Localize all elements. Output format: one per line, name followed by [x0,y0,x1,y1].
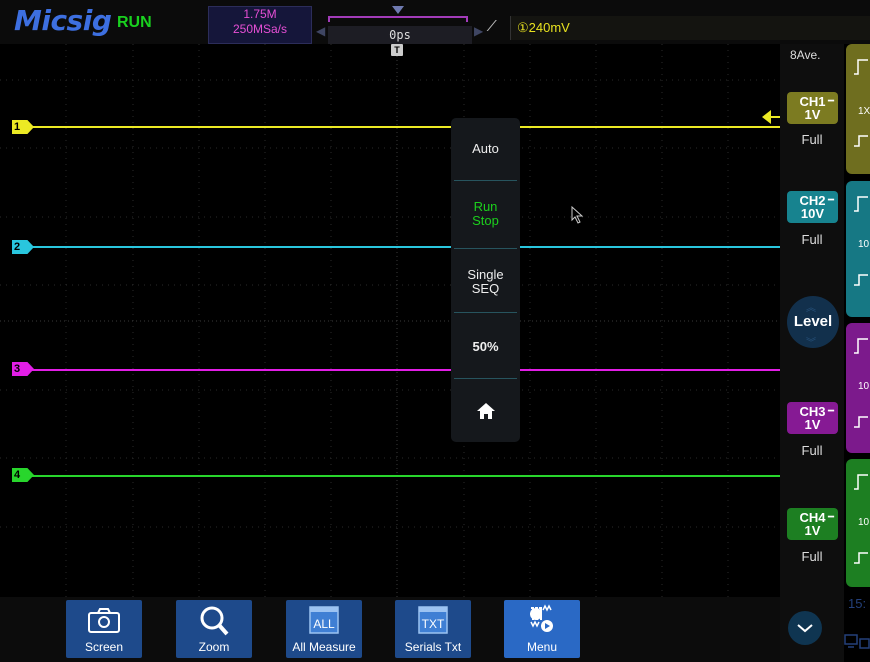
all-measure-button[interactable]: ALL All Measure [286,600,362,658]
chevron-left-icon[interactable]: ◀ [316,24,326,44]
divider [454,312,517,313]
ch1-probe-ratio: 1X [858,106,870,117]
sample-rate: 250MSa/s [232,22,288,36]
run-status-indicator[interactable]: RUN [117,14,152,32]
ch1-bandwidth[interactable]: Full [780,132,844,147]
ch1-trace [28,126,780,128]
txt-document-icon: TXT [418,606,448,634]
dc-coupling-icon: ━ [827,96,834,107]
ch3-probe-ratio: 10 [858,381,870,392]
ch2-probe-panel[interactable]: 10 [846,181,870,317]
chevron-right-icon[interactable]: ▶ [474,24,484,44]
system-clock: 15: [848,596,867,611]
ch2-probe-ratio: 10 [858,239,870,250]
pulse-icon [854,338,868,354]
dc-coupling-icon: ━ [827,512,834,523]
horizontal-position-control[interactable]: ◀ 0ps ▶ [314,6,486,44]
magnifier-icon [200,606,229,636]
dc-coupling-icon: ━ [827,195,834,206]
acquisition-mode[interactable]: 8Ave. [790,48,820,62]
chevron-up-icon: ︽ [806,303,816,314]
level-knob[interactable]: ︽ Level ︾ [787,296,839,349]
ch3-probe-panel[interactable]: 10 [846,323,870,453]
run-control-menu: Auto Run Stop Single SEQ 50% [451,118,520,442]
ch4-bandwidth[interactable]: Full [780,549,844,564]
ch2-scale-button[interactable]: ━ CH2 10V [787,191,838,223]
pulse-icon [854,59,868,75]
ch3-bandwidth[interactable]: Full [780,443,844,458]
ch3-trace [28,369,780,371]
divider [454,378,517,379]
single-seq-button[interactable]: Single SEQ [451,268,520,296]
dc-coupling-icon: ━ [827,406,834,417]
camera-icon [88,608,120,633]
chevron-down-icon [797,624,813,633]
trigger-info[interactable]: ①240mV [510,16,870,40]
zoom-label: Zoom [198,640,230,654]
run-label: Run [473,199,498,214]
screenshot-label: Screen [84,640,124,654]
divider [454,180,517,181]
memory-window-bar [328,16,468,22]
home-button[interactable] [451,401,520,425]
channel-probe-strip: 1X 10 10 10 [844,44,870,662]
ch2-bandwidth[interactable]: Full [780,232,844,247]
trigger-level-arrow-tail [770,116,780,118]
ch4-probe-ratio: 10 [858,517,870,528]
ch4-probe-panel[interactable]: 10 [846,459,870,587]
edge-icon [854,416,868,428]
serials-txt-label: Serials Txt [404,640,462,654]
ch2-scale: 10V [800,206,825,221]
ch1-scale-button[interactable]: ━ CH1 1V [787,92,838,124]
mouse-pointer-icon [571,206,584,224]
trigger-level: ①240mV [517,20,570,35]
ch3-scale-button[interactable]: ━ CH3 1V [787,402,838,434]
brand-logo: Micsig [14,4,112,37]
all-measure-label: All Measure [292,640,356,654]
stop-label: Stop [472,213,499,228]
menu-waveform-icon [530,604,553,632]
txt-icon-text: TXT [422,617,445,631]
network-icon [844,634,870,649]
all-measure-icon: ALL [309,606,339,634]
chevron-down-icon: ︾ [806,338,816,349]
ch1-scale: 1V [804,107,821,122]
run-stop-button[interactable]: Run Stop [451,200,520,228]
serials-txt-button[interactable]: TXT Serials Txt [395,600,471,658]
screenshot-button[interactable]: Screen [66,600,142,658]
edge-icon [854,552,868,564]
ch2-trace [28,246,780,248]
ch4-scale: 1V [804,523,821,538]
home-icon [476,403,495,419]
edge-icon [854,135,868,147]
collapse-button[interactable] [788,611,822,645]
auto-button[interactable]: Auto [451,142,520,156]
seq-label: SEQ [471,281,500,296]
top-status-bar: Micsig RUN 1.75M 250MSa/s ◀ 0ps ▶ ∕ ①240… [0,0,870,44]
trigger-position-marker[interactable]: T [391,44,403,56]
pulse-icon [854,196,868,212]
menu-label: Menu [526,640,558,654]
horizontal-offset[interactable]: 0ps [328,26,472,44]
channel-panel: 8Ave. ━ CH1 1V Full ━ CH2 10V Full ︽ Lev… [780,44,844,662]
menu-button[interactable]: Menu [504,600,580,658]
single-label: Single [467,267,504,282]
acquisition-info[interactable]: 1.75M 250MSa/s [208,6,312,44]
bottom-toolbar: Screen Zoom ALL All Measure TXT Serials … [0,597,780,662]
ch4-trace [28,475,780,477]
zoom-button[interactable]: Zoom [176,600,252,658]
divider [454,248,517,249]
trigger-position-icon [392,6,404,14]
pulse-icon [854,474,868,490]
memory-depth: 1.75M [243,7,277,21]
ch3-scale: 1V [804,417,821,432]
ch1-probe-panel[interactable]: 1X [846,44,870,174]
all-icon-text: ALL [313,617,335,631]
level-label: Level [793,313,833,330]
edge-icon [854,274,868,286]
fifty-percent-button[interactable]: 50% [451,340,520,354]
rising-edge-icon[interactable]: ∕ [491,18,494,36]
ch4-scale-button[interactable]: ━ CH4 1V [787,508,838,540]
